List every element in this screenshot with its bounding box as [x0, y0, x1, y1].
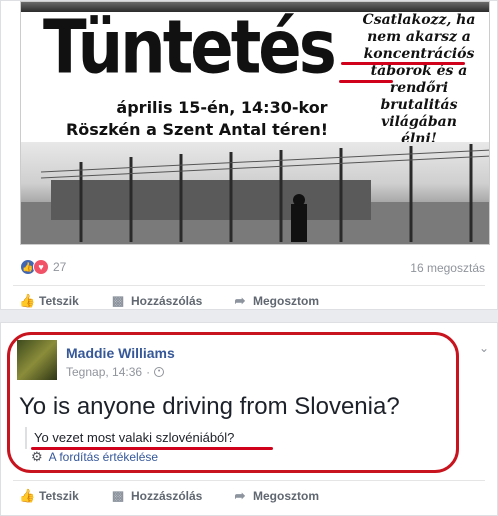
- poster-side-line: táborok és a: [370, 63, 468, 79]
- chevron-down-icon[interactable]: ⌄: [479, 341, 489, 355]
- like-label: Tetszik: [39, 294, 79, 308]
- globe-icon[interactable]: •: [154, 367, 165, 377]
- poster-side-line: Csatlakozz, ha: [362, 12, 476, 28]
- like-button[interactable]: 👍 Tetszik: [19, 293, 79, 309]
- like-label: Tetszik: [39, 489, 79, 503]
- comment-button[interactable]: ▩ Hozzászólás: [111, 488, 203, 504]
- post-actions-bar: 👍 Tetszik ▩ Hozzászólás ➦ Megosztom: [1, 481, 497, 511]
- protest-poster-image[interactable]: Tüntetés április 15-én, 14:30-kor Röszké…: [20, 1, 490, 245]
- author-name[interactable]: Maddie Williams: [66, 345, 175, 361]
- meta-separator: ·: [146, 365, 151, 379]
- poster-fence-photo: [21, 142, 489, 244]
- poster-title: Tüntetés: [43, 6, 337, 92]
- post-meta: Tegnap, 14:36 · •: [66, 365, 165, 379]
- rate-translation-label: A fordítás értékelése: [48, 450, 159, 464]
- comment-label: Hozzászólás: [131, 489, 203, 503]
- rate-translation-link[interactable]: ⚙ A fordítás értékelése: [31, 449, 158, 465]
- share-button[interactable]: ➦ Megosztom: [233, 293, 319, 309]
- red-underline-annotation: [341, 62, 465, 65]
- comment-label: Hozzászólás: [131, 294, 203, 308]
- poster-date-line: április 15-én, 14:30-kor: [116, 98, 328, 117]
- avatar[interactable]: [17, 340, 57, 380]
- post-actions-bar: 👍 Tetszik ▩ Hozzászólás ➦ Megosztom: [1, 286, 497, 316]
- share-arrow-icon: ➦: [234, 293, 246, 308]
- thumbs-up-icon: 👍: [19, 488, 36, 503]
- comment-icon: ▩: [111, 488, 125, 503]
- share-button[interactable]: ➦ Megosztom: [233, 488, 319, 504]
- comment-icon: ▩: [111, 293, 125, 308]
- post-card-2: Maddie Williams Tegnap, 14:36 · • ⌄ Yo i…: [0, 322, 498, 516]
- poster-side-line: világában: [381, 114, 457, 130]
- love-icon: ♥: [33, 259, 49, 275]
- comment-button[interactable]: ▩ Hozzászólás: [111, 293, 203, 309]
- poster-side-line: nem akarsz a: [367, 29, 471, 45]
- reaction-summary[interactable]: 👍 ♥ 27: [20, 259, 66, 275]
- share-count-link[interactable]: 16 megosztás: [410, 261, 485, 275]
- post-text: Yo is anyone driving from Slovenia?: [19, 393, 400, 420]
- post-timestamp[interactable]: Tegnap, 14:36: [66, 365, 142, 379]
- poster-place-line: Röszkén a Szent Antal téren!: [65, 120, 329, 139]
- reaction-count: 27: [53, 260, 67, 274]
- fence-illustration: [21, 144, 489, 244]
- poster-side-line: koncentrációs: [363, 46, 475, 62]
- gear-icon: ⚙: [31, 449, 43, 464]
- thumbs-up-icon: 👍: [19, 293, 36, 308]
- share-label: Megosztom: [253, 489, 319, 503]
- translation-text: Yo vezet most valaki szlovéniából?: [25, 427, 234, 449]
- share-label: Megosztom: [253, 294, 319, 308]
- share-arrow-icon: ➦: [234, 488, 246, 503]
- red-underline-annotation: [339, 80, 393, 83]
- poster-side-line: brutalitás: [380, 97, 458, 113]
- like-button[interactable]: 👍 Tetszik: [19, 488, 79, 504]
- post-card-1: Tüntetés április 15-én, 14:30-kor Röszké…: [0, 0, 498, 310]
